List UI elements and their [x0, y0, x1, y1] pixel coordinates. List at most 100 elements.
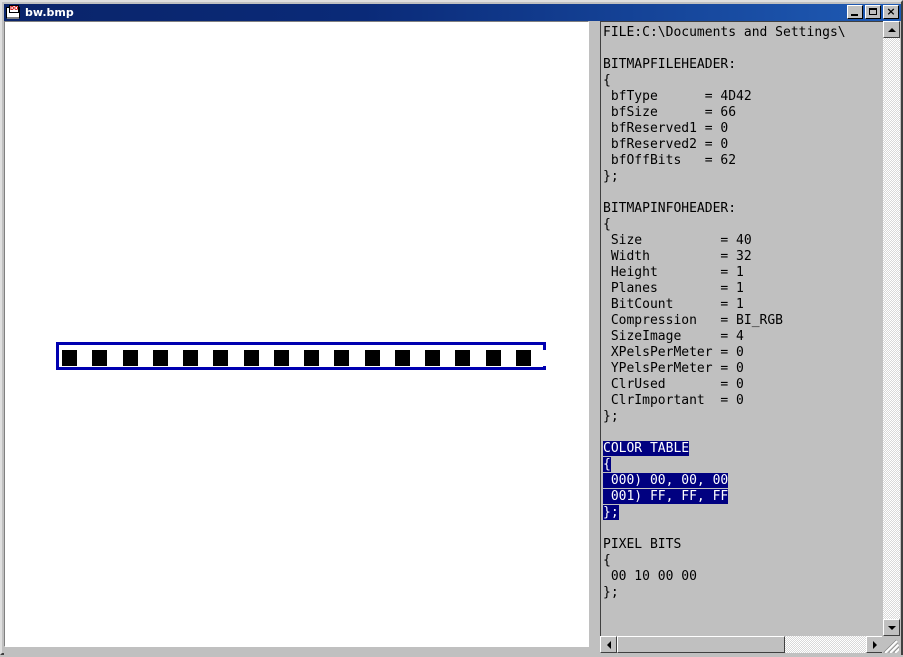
bitmap-pixel — [183, 350, 199, 366]
info-text-line: XPelsPerMeter = 0 — [603, 345, 744, 360]
bitmap-pixel — [304, 350, 320, 366]
info-text-line: SizeImage = 4 — [603, 329, 744, 344]
bitmap-pixel — [258, 350, 274, 366]
bitmap-pixel — [152, 350, 168, 366]
info-text-line: BITMAPFILEHEADER: — [603, 57, 737, 72]
info-text-line: Size = 40 — [603, 233, 752, 248]
bitmap-pixel — [409, 350, 425, 366]
info-text-line: FILE:C:\Documents and Settings\ — [603, 25, 846, 40]
bitmap-pixel — [77, 350, 93, 366]
selected-text: 000) 00, 00, 00 — [603, 473, 729, 488]
info-text-line: { — [603, 553, 611, 568]
selected-text: 001) FF, FF, FF — [603, 489, 729, 504]
info-text-line: }; — [603, 505, 883, 521]
scroll-up-button[interactable] — [883, 21, 900, 38]
bitmap-pixel — [394, 350, 410, 366]
bitmap-pixel — [228, 350, 244, 366]
bitmap-pixel — [440, 350, 456, 366]
close-icon: × — [886, 5, 896, 18]
bitmap-viewer-window: DOC bw.bmp × FILE:C:\Documents and Setti… — [0, 0, 903, 655]
bitmap-pixel — [243, 350, 259, 366]
bitmap-pixel — [137, 350, 153, 366]
maximize-button[interactable] — [865, 5, 881, 19]
info-text-line: 000) 00, 00, 00 — [603, 473, 883, 489]
info-text-line: ClrImportant = 0 — [603, 393, 744, 408]
scroll-down-button[interactable] — [883, 619, 900, 636]
bitmap-pixel — [92, 350, 108, 366]
info-text-line: YPelsPerMeter = 0 — [603, 361, 744, 376]
bitmap-pixel — [515, 350, 531, 366]
vertical-scroll-track[interactable] — [883, 38, 900, 619]
info-text-line: bfSize = 66 — [603, 105, 737, 120]
title-bar[interactable]: DOC bw.bmp × — [4, 4, 901, 21]
bitmap-pixel — [470, 350, 486, 366]
info-text-line — [603, 185, 883, 201]
minimize-button[interactable] — [847, 5, 863, 19]
bitmap-pixel — [288, 350, 304, 366]
bitmap-pixel — [364, 350, 380, 366]
bitmap-pixel — [273, 350, 289, 366]
info-text-line: BITMAPINFOHEADER: — [603, 201, 737, 216]
info-text-line: bfReserved1 = 0 — [603, 121, 729, 136]
window-title: bw.bmp — [25, 6, 74, 19]
horizontal-scroll-track[interactable] — [617, 636, 866, 653]
info-text-line: Height = 1 — [603, 265, 744, 280]
info-text-line: 001) FF, FF, FF — [603, 489, 883, 505]
chevron-left-icon — [606, 640, 611, 649]
chevron-down-icon — [887, 625, 896, 630]
bitmap-pixel-strip — [62, 350, 546, 366]
info-text-line: { — [603, 217, 611, 232]
info-text-line: }; — [603, 585, 619, 600]
close-button[interactable]: × — [883, 5, 899, 19]
info-text-line: COLOR TABLE — [603, 441, 883, 457]
chevron-up-icon — [887, 27, 896, 32]
info-text-line: 00 10 00 00 — [603, 569, 697, 584]
info-text-line — [603, 425, 883, 441]
info-text-line: { — [603, 73, 611, 88]
scroll-left-button[interactable] — [600, 636, 617, 653]
window-controls: × — [847, 5, 899, 19]
info-text-line: { — [603, 457, 883, 473]
bitmap-pixel — [485, 350, 501, 366]
info-text-line: bfReserved2 = 0 — [603, 137, 729, 152]
info-text-line: ClrUsed = 0 — [603, 377, 744, 392]
bitmap-info-pane: FILE:C:\Documents and Settings\ BITMAPFI… — [598, 21, 901, 655]
bitmap-pixel — [198, 350, 214, 366]
bitmap-pixel — [319, 350, 335, 366]
info-text-line: BitCount = 1 — [603, 297, 744, 312]
app-root: DOC bw.bmp × FILE:C:\Documents and Setti… — [0, 0, 903, 657]
info-text-line: Width = 32 — [603, 249, 752, 264]
info-text-line: bfOffBits = 62 — [603, 153, 737, 168]
selected-text: COLOR TABLE — [603, 441, 690, 456]
horizontal-scroll-thumb[interactable] — [617, 636, 785, 653]
bitmap-pixel — [530, 350, 546, 366]
bitmap-document-icon: DOC — [6, 5, 22, 20]
bitmap-pixel — [122, 350, 138, 366]
bitmap-pixel — [62, 350, 78, 366]
selected-text: { — [603, 457, 611, 472]
chevron-right-icon — [872, 640, 877, 649]
image-canvas[interactable] — [4, 21, 589, 647]
bitmap-pixel — [379, 350, 395, 366]
info-text-line: }; — [603, 169, 619, 184]
info-text-line: bfType = 4D42 — [603, 89, 752, 104]
info-text-line — [603, 41, 883, 57]
bw-bitmap-preview — [56, 342, 546, 370]
bitmap-pixel — [349, 350, 365, 366]
resize-grip[interactable] — [882, 636, 899, 653]
bitmap-pixel — [425, 350, 441, 366]
bitmap-pixel — [107, 350, 123, 366]
bitmap-pixel — [334, 350, 350, 366]
info-text-line: }; — [603, 409, 619, 424]
info-text-line: PIXEL BITS — [603, 537, 682, 552]
horizontal-scrollbar[interactable] — [600, 636, 900, 655]
doc-icon-label: DOC — [9, 5, 19, 13]
vertical-scrollbar[interactable] — [883, 21, 900, 636]
selected-text: }; — [603, 505, 619, 520]
bitmap-pixel — [455, 350, 471, 366]
scroll-right-button[interactable] — [866, 636, 883, 653]
client-area: FILE:C:\Documents and Settings\ BITMAPFI… — [4, 21, 901, 655]
info-text-line: Compression = BI_RGB — [603, 313, 784, 328]
bitmap-pixel — [213, 350, 229, 366]
header-info-text[interactable]: FILE:C:\Documents and Settings\ BITMAPFI… — [600, 21, 883, 636]
